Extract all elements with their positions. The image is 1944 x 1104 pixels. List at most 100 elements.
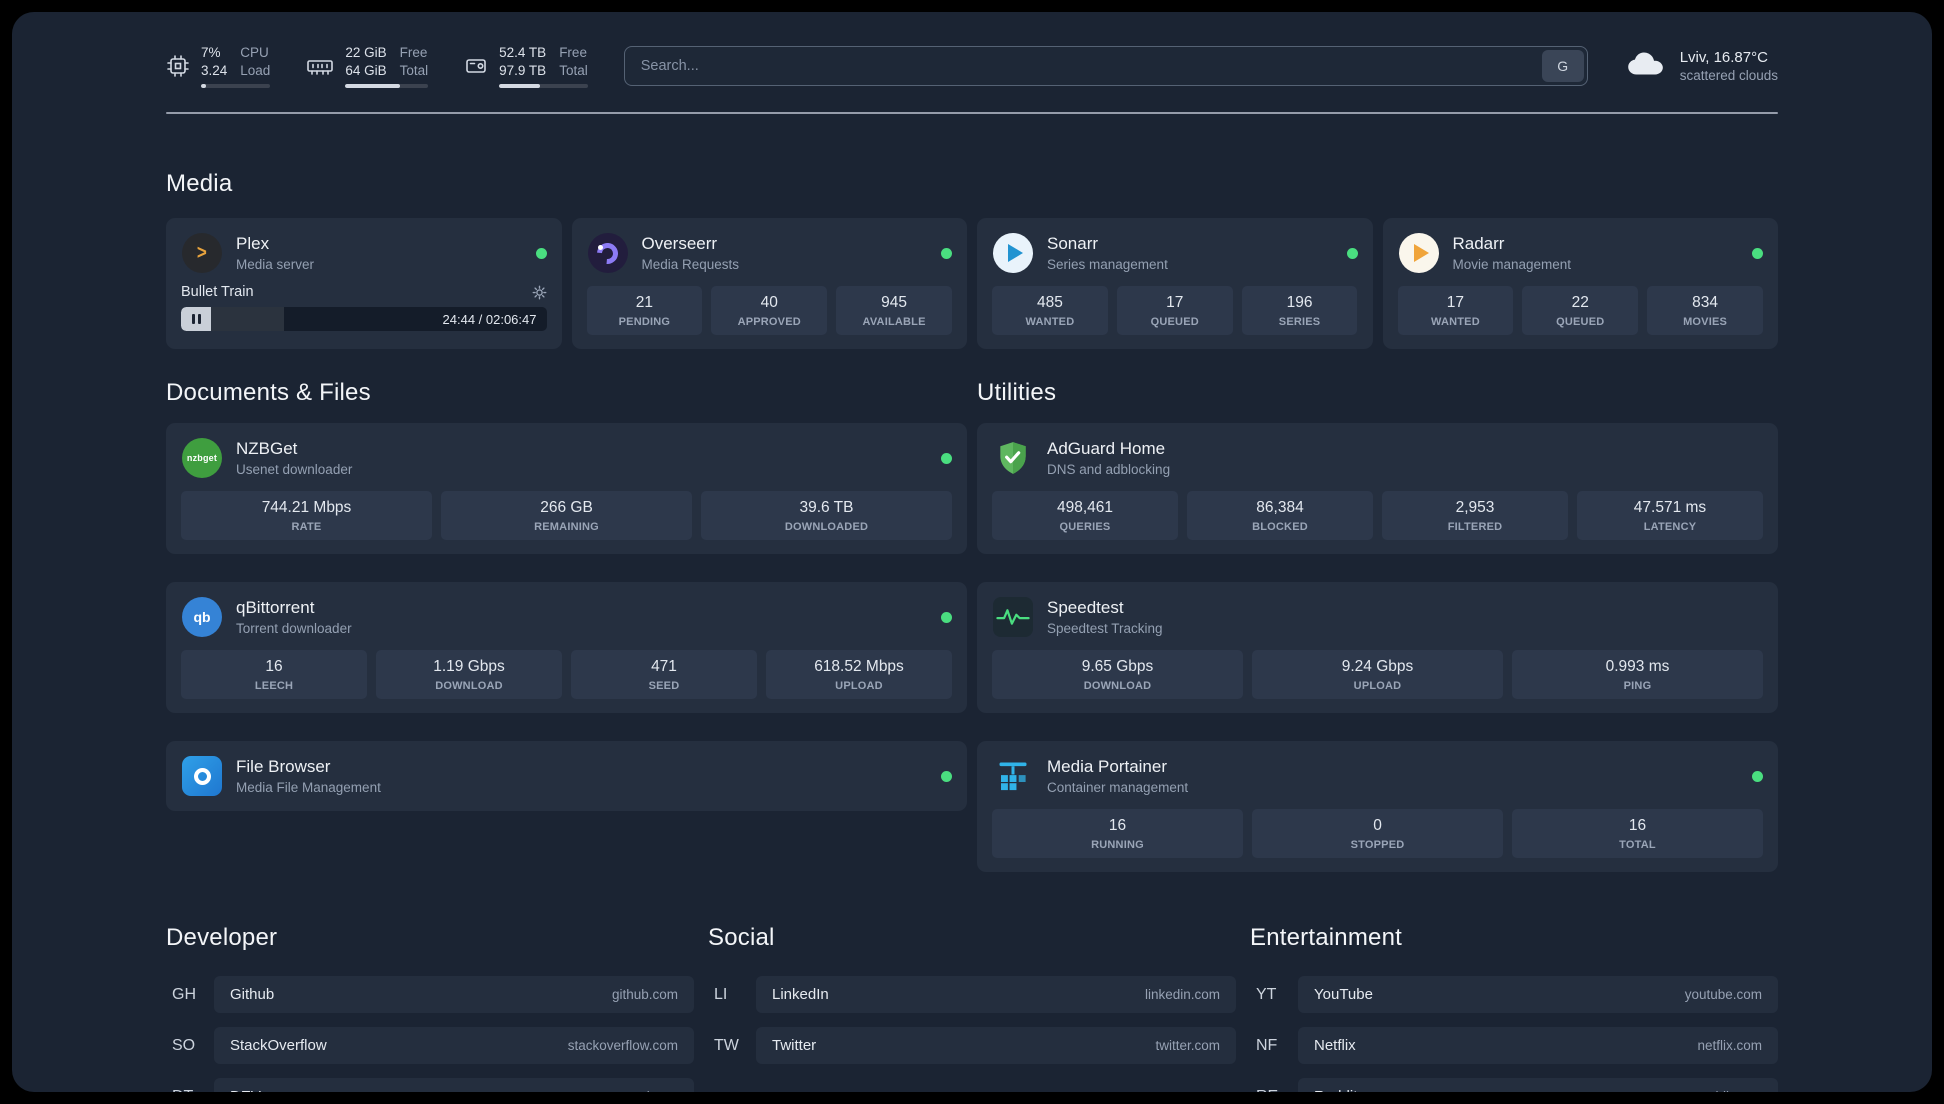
- service-subtitle: Series management: [1047, 257, 1168, 273]
- bookmark-group-developer: Developer GH Github github.com SO StackO…: [166, 924, 694, 1092]
- cpu-widget: 7% 3.24 CPU Load: [166, 44, 271, 89]
- stat-available: 945 AVAILABLE: [836, 286, 952, 336]
- qbittorrent-icon: qb: [181, 596, 223, 638]
- service-subtitle: Media Requests: [641, 257, 740, 273]
- status-dot: [941, 452, 952, 464]
- stat-downloaded: 39.6 TB DOWNLOADED: [701, 491, 952, 541]
- stat-wanted: 17 WANTED: [1397, 286, 1514, 336]
- cpu-load-label: Load: [240, 62, 271, 78]
- disk-usage-bar: [499, 84, 588, 89]
- status-dot: [1752, 770, 1763, 782]
- stat-total: 16 TOTAL: [1512, 809, 1763, 859]
- stat-series: 196 SERIES: [1241, 286, 1358, 336]
- stat-blocked: 86,384 BLOCKED: [1187, 491, 1373, 541]
- service-card-sonarr[interactable]: Sonarr Series management 485 WANTED 17 Q…: [977, 218, 1373, 350]
- overseerr-icon: [587, 232, 629, 274]
- bookmark-group-title: Developer: [166, 924, 278, 952]
- bookmark-reddit[interactable]: RE Reddit reddit.com: [1250, 1078, 1778, 1092]
- memory-free-value: 22 GiB: [345, 45, 387, 60]
- pause-button[interactable]: [181, 307, 211, 332]
- service-card-nzbget[interactable]: nzbget NZBGet Usenet downloader 744.21 M…: [166, 423, 967, 555]
- disk-widget: 52.4 TB 97.9 TB Free Total: [464, 44, 588, 89]
- now-playing-title: Bullet Train: [181, 284, 254, 301]
- stat-remaining: 266 GB REMAINING: [441, 491, 692, 541]
- service-card-qbittorrent[interactable]: qb qBittorrent Torrent downloader 16 LEE…: [166, 582, 967, 714]
- nzbget-icon: nzbget: [181, 437, 223, 479]
- service-card-adguard[interactable]: AdGuard Home DNS and adblocking 498,461 …: [977, 423, 1778, 555]
- service-subtitle: Usenet downloader: [236, 462, 353, 478]
- service-name: qBittorrent: [236, 598, 315, 618]
- weather-location: Lviv, 16.87°C: [1679, 49, 1768, 67]
- stat-wanted: 485 WANTED: [992, 286, 1108, 336]
- stat-latency: 47.571 ms LATENCY: [1577, 491, 1763, 541]
- stat-upload: 9.24 Gbps UPLOAD: [1252, 650, 1503, 700]
- service-name: Sonarr: [1047, 234, 1099, 254]
- cpu-usage-value: 7%: [201, 45, 221, 60]
- status-dot: [1752, 247, 1763, 259]
- stat-leech: 16 LEECH: [181, 650, 367, 700]
- gear-icon[interactable]: [532, 285, 547, 300]
- system-resources: 7% 3.24 CPU Load 22 GiB 64 GiB Free Tota…: [166, 44, 588, 89]
- service-name: Radarr: [1452, 234, 1505, 254]
- weather-condition: scattered clouds: [1679, 68, 1778, 84]
- memory-free-label: Free: [399, 45, 428, 60]
- disk-free-label: Free: [559, 45, 587, 60]
- bookmark-stackoverflow[interactable]: SO StackOverflow stackoverflow.com: [166, 1027, 694, 1065]
- plex-icon: >: [181, 232, 223, 274]
- bookmark-youtube[interactable]: YT YouTube youtube.com: [1250, 976, 1778, 1014]
- memory-usage-bar: [345, 84, 429, 89]
- service-name: Media Portainer: [1047, 757, 1168, 777]
- service-name: Overseerr: [641, 234, 718, 254]
- stat-pending: 21 PENDING: [586, 286, 703, 336]
- stat-approved: 40 APPROVED: [711, 286, 828, 336]
- service-card-speedtest[interactable]: Speedtest Speedtest Tracking 9.65 Gbps D…: [977, 582, 1778, 714]
- service-subtitle: Container management: [1047, 780, 1189, 796]
- adguard-icon: [992, 437, 1034, 479]
- cpu-icon: [166, 54, 190, 78]
- memory-icon: [306, 54, 334, 78]
- service-card-plex[interactable]: > Plex Media server Bullet Train 24:44 /…: [166, 218, 562, 350]
- section-documents: Documents & Files nzbget NZBGet Usenet d…: [166, 379, 967, 812]
- service-name: Speedtest: [1047, 598, 1124, 618]
- bookmark-netflix[interactable]: NF Netflix netflix.com: [1250, 1027, 1778, 1065]
- bookmark-group-title: Social: [708, 924, 775, 952]
- playback-progress-bar[interactable]: 24:44 / 02:06:47: [181, 307, 547, 332]
- search-input[interactable]: [623, 46, 1588, 87]
- section-utilities: Utilities AdGuard Home DNS and adblockin…: [977, 379, 1778, 873]
- cpu-usage-bar: [201, 84, 271, 89]
- filebrowser-icon: [181, 755, 223, 797]
- topbar-divider: [166, 112, 1778, 115]
- service-name: AdGuard Home: [1047, 439, 1166, 459]
- weather-widget: Lviv, 16.87°C scattered clouds: [1624, 49, 1778, 84]
- stat-download: 9.65 Gbps DOWNLOAD: [992, 650, 1243, 700]
- section-title-documents: Documents & Files: [166, 379, 371, 407]
- memory-total-value: 64 GiB: [345, 62, 387, 78]
- cloud-icon: [1624, 49, 1666, 84]
- service-subtitle: Speedtest Tracking: [1047, 621, 1163, 637]
- memory-total-label: Total: [399, 62, 429, 78]
- status-dot: [941, 611, 952, 623]
- stat-queued: 22 QUEUED: [1522, 286, 1639, 336]
- bookmark-twitter[interactable]: TW Twitter twitter.com: [708, 1027, 1236, 1065]
- stat-running: 16 RUNNING: [992, 809, 1243, 859]
- stat-ping: 0.993 ms PING: [1512, 650, 1763, 700]
- service-name: File Browser: [236, 757, 331, 777]
- service-card-portainer[interactable]: Media Portainer Container management 16 …: [977, 741, 1778, 873]
- stat-seed: 471 SEED: [571, 650, 757, 700]
- service-card-filebrowser[interactable]: File Browser Media File Management: [166, 741, 967, 812]
- service-card-radarr[interactable]: Radarr Movie management 17 WANTED 22 QUE…: [1382, 218, 1778, 350]
- bookmark-dev[interactable]: DT DEV dev.to: [166, 1078, 694, 1092]
- stat-download: 1.19 Gbps DOWNLOAD: [376, 650, 562, 700]
- section-title-utilities: Utilities: [977, 379, 1057, 407]
- bookmark-linkedin[interactable]: LI LinkedIn linkedin.com: [708, 976, 1236, 1014]
- stat-stopped: 0 STOPPED: [1252, 809, 1503, 859]
- service-subtitle: Torrent downloader: [236, 621, 352, 637]
- service-subtitle: DNS and adblocking: [1047, 462, 1171, 478]
- bookmark-group-entertainment: Entertainment YT YouTube youtube.com NF …: [1250, 924, 1778, 1092]
- section-media: Media > Plex Media server Bullet Train 2…: [166, 170, 1778, 350]
- status-dot: [941, 770, 952, 782]
- dashboard-panel: 7% 3.24 CPU Load 22 GiB 64 GiB Free Tota…: [12, 12, 1932, 1092]
- bookmark-github[interactable]: GH Github github.com: [166, 976, 694, 1014]
- service-card-overseerr[interactable]: Overseerr Media Requests 21 PENDING 40 A…: [571, 218, 967, 350]
- search-provider-button[interactable]: G: [1541, 50, 1584, 83]
